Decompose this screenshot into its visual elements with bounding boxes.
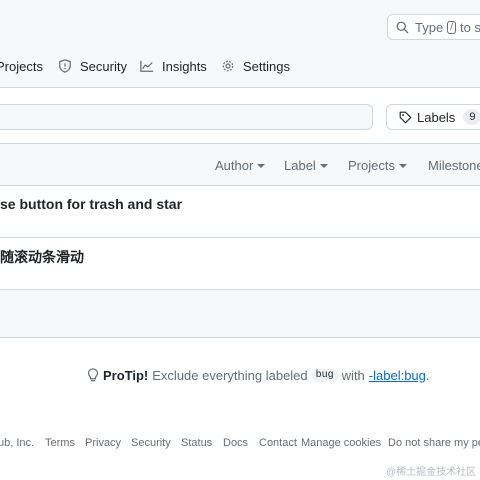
- search-suffix: to sea: [459, 19, 480, 35]
- tab-label: Projects: [0, 58, 43, 74]
- footer-docs-link[interactable]: Docs: [223, 437, 248, 449]
- footer-manage-cookies-link[interactable]: Manage cookies: [301, 437, 381, 449]
- footer-status-link[interactable]: Status: [181, 437, 212, 449]
- lightbulb-icon: [87, 367, 99, 381]
- search-prefix: Type: [415, 19, 444, 35]
- search-icon: [396, 21, 409, 33]
- footer-privacy-link[interactable]: Privacy: [85, 437, 121, 449]
- author-filter-menu[interactable]: Author: [215, 158, 266, 173]
- tab-label: Insights: [162, 58, 207, 74]
- tag-icon: [399, 111, 412, 123]
- issues-filter-input[interactable]: [0, 104, 373, 130]
- footer-terms-link[interactable]: Terms: [45, 437, 75, 449]
- tab-insights[interactable]: Insights: [140, 57, 207, 75]
- caret-down-icon: [257, 163, 266, 168]
- protip-code: bug: [311, 368, 338, 382]
- milestones-filter-menu[interactable]: Milestones: [428, 158, 480, 173]
- filter-menu-label: Milestones: [428, 158, 480, 173]
- labels-button-label: Labels: [417, 109, 456, 125]
- caret-down-icon: [398, 163, 407, 168]
- tab-label: Security: [80, 58, 127, 74]
- gear-icon: [222, 60, 234, 72]
- tab-settings[interactable]: Settings: [221, 57, 290, 75]
- issue-list-footer: [0, 290, 480, 338]
- protip-end: .: [425, 367, 430, 383]
- protip-lead: ProTip!: [103, 367, 149, 383]
- labels-count-badge: 9: [463, 109, 480, 125]
- footer-copyright: ub, Inc.: [0, 437, 35, 449]
- row-divider: [0, 237, 480, 238]
- footer-do-not-share-link[interactable]: Do not share my per: [388, 437, 480, 449]
- issue-title-link[interactable]: 随滚动条滑动: [0, 247, 84, 267]
- tab-security[interactable]: Security: [58, 57, 127, 75]
- filter-menu-label: Label: [284, 158, 316, 173]
- watermark: @稀土掘金技术社区: [386, 467, 477, 478]
- footer-contact-link[interactable]: Contact: [259, 437, 297, 449]
- shield-icon: [59, 59, 71, 73]
- tab-projects[interactable]: Projects: [0, 57, 43, 75]
- projects-filter-menu[interactable]: Projects: [348, 158, 407, 173]
- issue-title-link[interactable]: se button for trash and star: [0, 196, 182, 212]
- protip-with: with: [341, 367, 365, 383]
- footer-security-link[interactable]: Security: [131, 437, 171, 449]
- tab-label: Settings: [243, 58, 290, 74]
- protip-text: Exclude everything labeled: [152, 367, 308, 383]
- search-input[interactable]: Type / to sea: [387, 14, 480, 40]
- filter-menu-label: Projects: [348, 158, 395, 173]
- search-shortcut-key: /: [447, 20, 456, 34]
- filter-menu-label: Author: [215, 158, 254, 173]
- label-filter-menu[interactable]: Label: [284, 158, 328, 173]
- protip-label-link[interactable]: -label:bug: [369, 368, 426, 383]
- caret-down-icon: [319, 163, 328, 168]
- labels-button[interactable]: Labels 9: [386, 104, 480, 130]
- protip: ProTip! Exclude everything labeled bug w…: [87, 366, 430, 384]
- graph-icon: [140, 60, 154, 72]
